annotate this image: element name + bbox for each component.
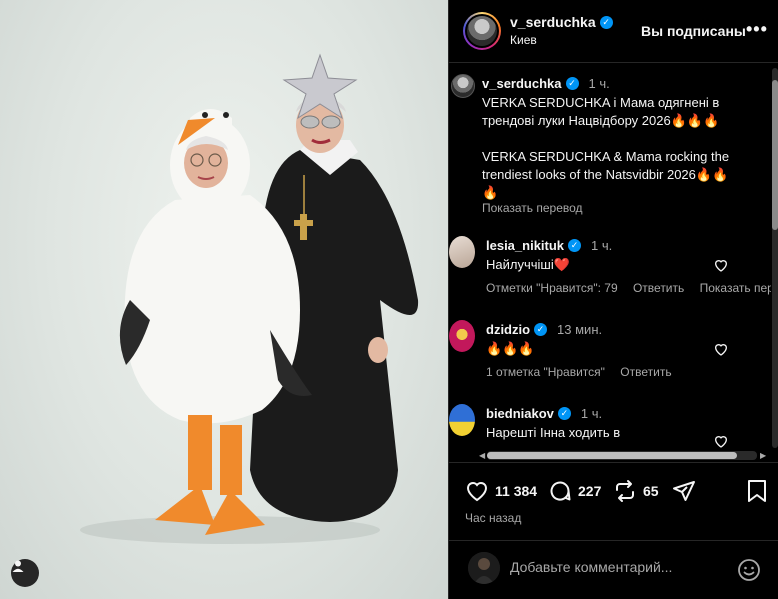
post-actions: 11 384 227 65 Час назад: [449, 462, 778, 532]
user-tag-button[interactable]: [11, 559, 39, 587]
vertical-scrollbar[interactable]: [772, 68, 778, 448]
post-photo[interactable]: [0, 0, 448, 599]
repost-icon: [616, 480, 634, 502]
comment-meta: 1 отметка "Нравится" Ответить: [486, 365, 684, 379]
caption-avatar[interactable]: [451, 74, 475, 98]
save-button[interactable]: [746, 479, 768, 503]
comment-heart-icon[interactable]: [713, 341, 729, 357]
comment-likes[interactable]: Отметки "Нравится": 79: [486, 281, 618, 295]
comment-row: lesia_nikituk ✓ 1 ч. Найлуччіші❤️ Отметк…: [449, 236, 771, 306]
comment-username[interactable]: lesia_nikituk: [486, 238, 564, 253]
post-location[interactable]: Киев: [510, 33, 537, 47]
comment-row: dzidzio ✓ 13 мин. 🔥🔥🔥 1 отметка "Нравитс…: [449, 320, 771, 390]
comment-avatar[interactable]: [449, 404, 475, 436]
following-button[interactable]: Вы подписаны: [641, 23, 746, 39]
heart-icon: [466, 482, 488, 502]
verified-badge-icon: ✓: [599, 15, 613, 29]
comment-row: biedniakov ✓ 1 ч. Нарешті Інна ходить в: [449, 404, 771, 452]
comment-avatar[interactable]: [449, 320, 475, 352]
comment-translate-link[interactable]: Показать перевод: [700, 281, 771, 295]
comment-avatar[interactable]: [449, 236, 475, 268]
bookmark-icon: [748, 480, 766, 502]
share-button[interactable]: [672, 479, 696, 503]
comment-heart-icon[interactable]: [713, 257, 729, 273]
comment-input[interactable]: [510, 559, 720, 575]
comment-time: 13 мин.: [557, 322, 603, 337]
comment-composer: [449, 540, 778, 599]
comment-header: biedniakov ✓ 1 ч.: [486, 406, 602, 421]
comment-reply-button[interactable]: Ответить: [633, 281, 684, 295]
repost-button[interactable]: 65: [613, 479, 659, 503]
post-time[interactable]: Час назад: [465, 511, 521, 525]
caption-header: v_serduchka ✓ 1 ч.: [482, 76, 610, 91]
caption-translate-link[interactable]: Показать перевод: [482, 201, 583, 215]
post-image: [80, 53, 419, 544]
comments-count: 227: [578, 483, 602, 499]
scroll-right-arrow-icon[interactable]: ▶: [760, 451, 766, 460]
verified-badge-icon: ✓: [534, 323, 548, 336]
comment-time: 1 ч.: [580, 406, 603, 421]
likes-count: 11 384: [495, 483, 538, 499]
horizontal-scrollbar-thumb[interactable]: [487, 452, 737, 459]
current-user-avatar: [468, 552, 500, 584]
comment-header: dzidzio ✓ 13 мин.: [486, 322, 602, 337]
post-side-panel: v_serduchka ✓ Киев Вы подписаны ••• v_se…: [448, 0, 778, 599]
comment-reply-button[interactable]: Ответить: [620, 365, 671, 379]
caption-text: VERKA SERDUCHKA і Мама одягнені в трендо…: [482, 95, 730, 200]
caption-row: v_serduchka ✓ 1 ч. VERKA SERDUCHKA і Мам…: [449, 74, 771, 224]
like-button[interactable]: 11 384: [465, 479, 537, 503]
more-options-icon[interactable]: •••: [746, 20, 768, 38]
comment-heart-icon[interactable]: [713, 433, 729, 449]
author-username-link[interactable]: v_serduchka ✓: [510, 14, 613, 30]
verified-badge-icon: ✓: [568, 239, 582, 252]
caption-username[interactable]: v_serduchka: [482, 76, 562, 91]
paper-plane-icon: [673, 481, 695, 501]
comments-list[interactable]: v_serduchka ✓ 1 ч. VERKA SERDUCHKA і Мам…: [449, 64, 771, 452]
comment-meta: Отметки "Нравится": 79 Ответить Показать…: [486, 281, 771, 295]
comment-header: lesia_nikituk ✓ 1 ч.: [486, 238, 612, 253]
comment-likes[interactable]: 1 отметка "Нравится": [486, 365, 605, 379]
caption-time: 1 ч.: [588, 76, 610, 91]
comment-button[interactable]: 227: [548, 479, 601, 503]
comment-username[interactable]: dzidzio: [486, 322, 530, 337]
vertical-scrollbar-thumb[interactable]: [772, 80, 778, 230]
scroll-left-arrow-icon[interactable]: ◀: [479, 451, 485, 460]
author-username[interactable]: v_serduchka: [510, 14, 596, 30]
verified-badge-icon: ✓: [565, 77, 579, 90]
horizontal-scrollbar[interactable]: [487, 451, 757, 460]
post-header: v_serduchka ✓ Киев Вы подписаны •••: [449, 0, 778, 63]
smiley-icon[interactable]: [737, 558, 761, 582]
comment-bubble-icon: [550, 481, 571, 501]
user-tag-icon: [12, 560, 24, 572]
author-avatar[interactable]: [463, 12, 501, 50]
verified-badge-icon: ✓: [557, 407, 571, 420]
comment-time: 1 ч.: [591, 238, 613, 253]
comment-username[interactable]: biedniakov: [486, 406, 554, 421]
avatar-image: [468, 552, 500, 584]
reposts-count: 65: [643, 483, 659, 499]
